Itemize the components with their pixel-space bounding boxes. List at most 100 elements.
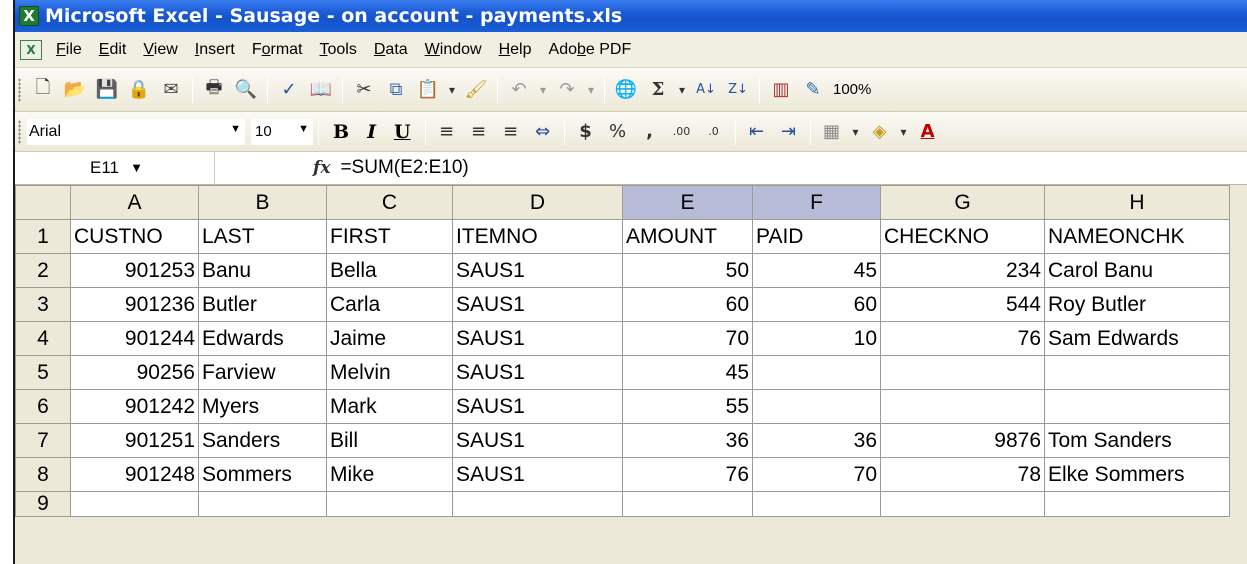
align-center-icon[interactable]: ≡ xyxy=(466,119,492,145)
permission-icon[interactable]: 🔒 xyxy=(126,77,152,103)
cell-d4[interactable]: SAUS1 xyxy=(452,321,623,356)
menu-file[interactable]: File xyxy=(56,41,82,59)
cell-f5[interactable] xyxy=(752,355,881,390)
currency-icon[interactable]: $ xyxy=(573,119,599,145)
cell-e3[interactable]: 60 xyxy=(622,287,753,322)
increase-decimal-icon[interactable]: .00 xyxy=(669,119,695,145)
row-header[interactable]: 3 xyxy=(15,287,71,322)
undo-icon[interactable]: ↶ xyxy=(506,77,532,103)
chevron-down-icon[interactable]: ▼ xyxy=(298,123,309,135)
cell-c5[interactable]: Melvin xyxy=(326,355,453,390)
column-header-h[interactable]: H xyxy=(1044,185,1230,220)
menu-insert[interactable]: Insert xyxy=(195,41,235,59)
cell-d3[interactable]: SAUS1 xyxy=(452,287,623,322)
cell-h8[interactable]: Elke Sommers xyxy=(1044,457,1230,492)
cell-e6[interactable]: 55 xyxy=(622,389,753,424)
cell-g5[interactable] xyxy=(880,355,1045,390)
increase-indent-icon[interactable]: ⇥ xyxy=(776,119,802,145)
merge-center-icon[interactable]: ⇔ xyxy=(530,119,556,145)
column-header-b[interactable]: B xyxy=(198,185,327,220)
cut-icon[interactable]: ✂ xyxy=(351,77,377,103)
cell-h7[interactable]: Tom Sanders xyxy=(1044,423,1230,458)
menu-help[interactable]: Help xyxy=(499,41,532,59)
cell-e2[interactable]: 50 xyxy=(622,253,753,288)
cell-f4[interactable]: 10 xyxy=(752,321,881,356)
menu-view[interactable]: View xyxy=(143,41,177,59)
fill-color-icon[interactable]: ◈ xyxy=(867,119,893,145)
cell-h4[interactable]: Sam Edwards xyxy=(1044,321,1230,356)
chevron-down-icon[interactable]: ▾ xyxy=(675,77,689,103)
align-left-icon[interactable]: ≡ xyxy=(434,119,460,145)
cell-h3[interactable]: Roy Butler xyxy=(1044,287,1230,322)
row-header[interactable]: 8 xyxy=(15,457,71,492)
menu-tools[interactable]: Tools xyxy=(320,41,357,59)
save-icon[interactable]: 💾 xyxy=(94,77,120,103)
cell-e1[interactable]: AMOUNT xyxy=(622,219,753,254)
cell-h1[interactable]: NAMEONCHK xyxy=(1044,219,1230,254)
row-header[interactable]: 7 xyxy=(15,423,71,458)
zoom-level[interactable]: 100% xyxy=(833,81,871,98)
formula-input[interactable]: =SUM(E2:E10) xyxy=(340,157,468,179)
cell-d7[interactable]: SAUS1 xyxy=(452,423,623,458)
chevron-down-icon[interactable]: ▾ xyxy=(536,77,550,103)
open-folder-icon[interactable]: 📂 xyxy=(62,77,88,103)
cell-a3[interactable]: 901236 xyxy=(70,287,199,322)
email-icon[interactable]: ✉ xyxy=(158,77,184,103)
cell-g6[interactable] xyxy=(880,389,1045,424)
row-header[interactable]: 9 xyxy=(15,491,71,517)
font-color-icon[interactable]: A xyxy=(915,119,941,145)
cell-f8[interactable]: 70 xyxy=(752,457,881,492)
cell-g7[interactable]: 9876 xyxy=(880,423,1045,458)
cell-g1[interactable]: CHECKNO xyxy=(880,219,1045,254)
font-name-select[interactable]: Arial ▼ xyxy=(27,118,245,145)
hyperlink-icon[interactable]: 🌐 xyxy=(613,77,639,103)
percent-icon[interactable]: % xyxy=(605,119,631,145)
menu-data[interactable]: Data xyxy=(374,41,408,59)
name-box[interactable]: E11 ▼ xyxy=(15,151,215,185)
cell-d8[interactable]: SAUS1 xyxy=(452,457,623,492)
cell-d5[interactable]: SAUS1 xyxy=(452,355,623,390)
cell-a2[interactable]: 901253 xyxy=(70,253,199,288)
cell-b2[interactable]: Banu xyxy=(198,253,327,288)
column-header-g[interactable]: G xyxy=(880,185,1045,220)
insert-function-icon[interactable]: fx xyxy=(313,158,330,178)
cell-b3[interactable]: Butler xyxy=(198,287,327,322)
decrease-decimal-icon[interactable]: .0 xyxy=(701,119,727,145)
row-header[interactable]: 4 xyxy=(15,321,71,356)
cell-e4[interactable]: 70 xyxy=(622,321,753,356)
menu-adobe-pdf[interactable]: Adobe PDF xyxy=(549,41,632,59)
cell-e7[interactable]: 36 xyxy=(622,423,753,458)
column-header-e[interactable]: E xyxy=(622,185,753,220)
decrease-indent-icon[interactable]: ⇤ xyxy=(744,119,770,145)
cell-c9[interactable] xyxy=(326,491,453,517)
row-header[interactable]: 2 xyxy=(15,253,71,288)
print-preview-icon[interactable]: 🔍 xyxy=(233,77,259,103)
menu-window[interactable]: Window xyxy=(425,41,482,59)
cell-c8[interactable]: Mike xyxy=(326,457,453,492)
cell-g3[interactable]: 544 xyxy=(880,287,1045,322)
research-icon[interactable]: 📖 xyxy=(308,77,334,103)
sort-descending-icon[interactable]: Z↓ xyxy=(725,77,751,103)
chevron-down-icon[interactable]: ▾ xyxy=(584,77,598,103)
paste-icon[interactable]: 📋 xyxy=(415,77,441,103)
cell-h5[interactable] xyxy=(1044,355,1230,390)
row-header[interactable]: 6 xyxy=(15,389,71,424)
bold-button[interactable]: B xyxy=(333,121,349,143)
cell-e9[interactable] xyxy=(622,491,753,517)
cell-g4[interactable]: 76 xyxy=(880,321,1045,356)
chevron-down-icon[interactable]: ▾ xyxy=(849,119,863,145)
row-header[interactable]: 1 xyxy=(15,219,71,254)
comma-style-icon[interactable]: , xyxy=(637,119,663,145)
chart-wizard-icon[interactable]: ▥ xyxy=(768,77,794,103)
cell-f6[interactable] xyxy=(752,389,881,424)
workbook-icon[interactable]: X xyxy=(20,39,42,60)
row-header[interactable]: 5 xyxy=(15,355,71,390)
cell-a4[interactable]: 901244 xyxy=(70,321,199,356)
cell-f9[interactable] xyxy=(752,491,881,517)
underline-button[interactable]: U xyxy=(394,121,411,143)
column-header-d[interactable]: D xyxy=(452,185,623,220)
cell-a8[interactable]: 901248 xyxy=(70,457,199,492)
cell-b8[interactable]: Sommers xyxy=(198,457,327,492)
cell-c7[interactable]: Bill xyxy=(326,423,453,458)
redo-icon[interactable]: ↷ xyxy=(554,77,580,103)
